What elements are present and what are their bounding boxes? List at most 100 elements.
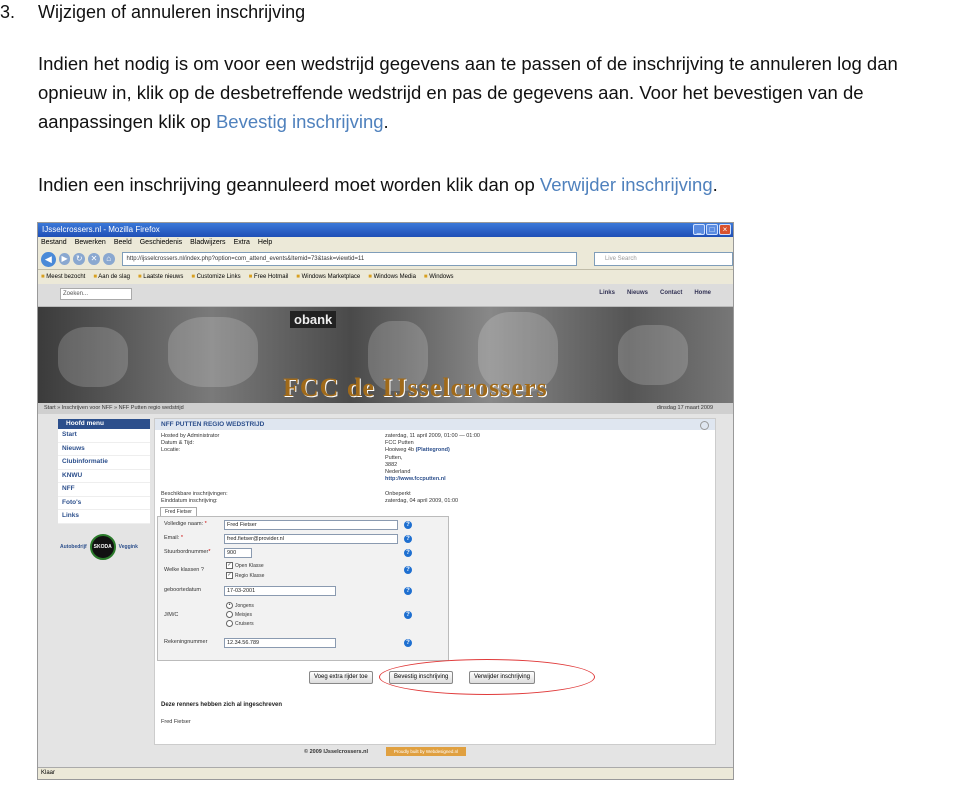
website-link[interactable]: http://www.fccputten.nl — [385, 476, 480, 483]
naam-field[interactable]: Fred Fietser — [224, 520, 398, 530]
availability-labels: Beschikbare inschrijvingen: Einddatum in… — [161, 491, 228, 505]
confirm-registration-button[interactable]: Bevestig inschrijving — [389, 671, 454, 684]
registration-form: Volledige naam: * Fred Fietser ? Email: … — [157, 516, 449, 661]
club-logo-text: FCC de IJsselcrossers — [283, 373, 548, 402]
rekening-field[interactable]: 12.34.56.789 — [224, 638, 336, 648]
menu-help[interactable]: Help — [258, 237, 272, 249]
event-title: NFF PUTTEN REGIO WEDSTRIJD — [155, 419, 715, 430]
help-icon[interactable]: ? — [404, 611, 412, 619]
meisjes-radio[interactable]: Meisjes — [226, 611, 252, 618]
home-icon[interactable]: ⌂ — [102, 253, 115, 265]
paragraph-cancel-end: . — [712, 174, 718, 195]
sidebar-item-fotos[interactable]: Foto's — [58, 496, 150, 510]
event-info-values: zaterdag, 11 april 2009, 01:00 — 01:00 F… — [385, 433, 480, 483]
sponsor-right-text: Veggink — [118, 543, 138, 550]
section-heading: 3. Wijzigen of annuleren inschrijving — [0, 2, 305, 23]
help-icon[interactable]: ? — [404, 587, 412, 595]
status-text: Klaar — [41, 770, 56, 776]
close-icon[interactable]: × — [719, 224, 731, 235]
open-klasse-checkbox[interactable]: ✓ Open Klasse — [226, 562, 264, 569]
plattegrond-link[interactable]: (Plattegrond) — [416, 447, 450, 453]
bookmark-item[interactable]: Aan de slag — [93, 270, 130, 284]
window-titlebar: IJsselcrossers.nl - Mozilla Firefox _ □ … — [38, 223, 733, 237]
jmc-label: J/M/C — [164, 612, 179, 618]
sidebar-item-nff[interactable]: NFF — [58, 483, 150, 497]
cruisers-radio[interactable]: Cruisers — [226, 620, 254, 627]
site-date: dinsdag 17 maart 2009 — [656, 405, 713, 411]
site-topbar: Zoeken... Links Nieuws Contact Home — [38, 284, 733, 307]
browser-screenshot: IJsselcrossers.nl - Mozilla Firefox _ □ … — [37, 222, 734, 780]
sponsor-logo[interactable]: Autobedrijf SKODA Veggink — [58, 530, 150, 564]
breadcrumb-text[interactable]: Start » Inschrijven voor NFF » NFF Putte… — [44, 405, 184, 411]
bookmark-item[interactable]: Windows — [424, 270, 453, 284]
browser-statusbar: Klaar — [38, 767, 733, 779]
menu-geschiedenis[interactable]: Geschiedenis — [140, 237, 182, 249]
info-value: Hooiweg 4b (Plattegrond) — [385, 447, 480, 454]
add-rider-button[interactable]: Voeg extra rijder toe — [309, 671, 373, 684]
paragraph-edit-end: . — [383, 111, 389, 132]
jongens-radio[interactable]: • Jongens — [226, 602, 254, 609]
geboortedatum-label: geboortedatum — [164, 587, 201, 593]
menu-beeld[interactable]: Beeld — [114, 237, 132, 249]
maximize-icon[interactable]: □ — [706, 224, 718, 235]
site-search-input[interactable]: Zoeken... — [60, 288, 132, 300]
geboortedatum-field[interactable]: 17-03-2001 — [224, 586, 336, 596]
info-label: Beschikbare inschrijvingen: — [161, 491, 228, 497]
sidebar-item-knwu[interactable]: KNWU — [58, 469, 150, 483]
topnav-links[interactable]: Links — [599, 290, 615, 296]
help-icon[interactable]: ? — [404, 566, 412, 574]
forward-icon[interactable]: ▶ — [58, 253, 71, 265]
delete-registration-button[interactable]: Verwijder inschrijving — [469, 671, 536, 684]
paragraph-edit: Indien het nodig is om voor een wedstrij… — [38, 49, 958, 136]
info-label: Einddatum inschrijving: — [161, 498, 218, 505]
topnav-nieuws[interactable]: Nieuws — [627, 290, 648, 296]
bookmark-item[interactable]: Laatste nieuws — [138, 270, 183, 284]
menu-bestand[interactable]: Bestand — [41, 237, 67, 249]
bookmark-item[interactable]: Windows Marketplace — [296, 270, 361, 284]
help-icon[interactable]: ? — [404, 549, 412, 557]
stuurbord-field[interactable]: 900 — [224, 548, 252, 558]
sidebar-item-links[interactable]: Links — [58, 510, 150, 524]
minimize-icon[interactable]: _ — [693, 224, 705, 235]
reload-icon[interactable]: ↻ — [73, 253, 86, 265]
menu-extra[interactable]: Extra — [234, 237, 250, 249]
info-label: Datum & Tijd: — [161, 440, 195, 447]
event-panel: NFF PUTTEN REGIO WEDSTRIJD Hosted by Adm… — [154, 418, 716, 745]
back-icon[interactable]: ◀ — [41, 251, 56, 267]
sidebar-item-start[interactable]: Start — [58, 429, 150, 443]
event-title-text: NFF PUTTEN REGIO WEDSTRIJD — [161, 421, 265, 428]
sidebar-item-nieuws[interactable]: Nieuws — [58, 442, 150, 456]
topnav-contact[interactable]: Contact — [660, 290, 682, 296]
regio-klasse-checkbox[interactable]: ✓ Regio Klasse — [226, 572, 264, 579]
sidebar-item-clubinformatie[interactable]: Clubinformatie — [58, 456, 150, 470]
bookmark-item[interactable]: Free Hotmail — [249, 270, 288, 284]
site-topnav: Links Nieuws Contact Home — [599, 290, 711, 296]
browser-navbar: ◀ ▶ ↻ ✕ ⌂ http://ijsselcrossers.nl/index… — [38, 249, 733, 270]
bookmark-item[interactable]: Meest bezocht — [41, 270, 85, 284]
verwijder-link: Verwijder inschrijving — [539, 174, 713, 195]
print-icon[interactable] — [700, 421, 709, 430]
browser-search-input[interactable]: Live Search — [593, 252, 733, 266]
help-icon[interactable]: ? — [404, 535, 412, 543]
site-footer: © 2009 IJsselcrossers.nl Proudly built b… — [38, 743, 733, 763]
stop-icon[interactable]: ✕ — [88, 253, 100, 265]
bookmark-item[interactable]: Customize Links — [191, 270, 241, 284]
info-label: Hosted by Administrator — [161, 433, 220, 439]
bookmark-item[interactable]: Windows Media — [368, 270, 416, 284]
info-value: Onbeperkt — [385, 491, 411, 497]
sponsor-left-text: Autobedrijf — [60, 543, 87, 550]
help-icon[interactable]: ? — [404, 639, 412, 647]
tab-rider[interactable]: Fred Fietser — [160, 507, 197, 516]
banner-sign: obank — [290, 311, 337, 328]
copyright: © 2009 IJsselcrossers.nl — [304, 749, 368, 755]
menu-bladwijzers[interactable]: Bladwijzers — [190, 237, 225, 249]
menu-bewerken[interactable]: Bewerken — [75, 237, 106, 249]
window-controls: _ □ × — [693, 224, 731, 235]
paragraph-cancel-text: Indien een inschrijving geannuleerd moet… — [38, 174, 540, 195]
url-bar[interactable]: http://ijsselcrossers.nl/index.php?optio… — [121, 252, 577, 266]
topnav-home[interactable]: Home — [694, 290, 711, 296]
help-icon[interactable]: ? — [404, 521, 412, 529]
made-by-badge[interactable]: Proudly built by Webdesigned.nl — [386, 747, 466, 756]
paragraph-cancel: Indien een inschrijving geannuleerd moet… — [38, 170, 958, 199]
email-field[interactable]: fred.fietser@provider.nl — [224, 534, 398, 544]
